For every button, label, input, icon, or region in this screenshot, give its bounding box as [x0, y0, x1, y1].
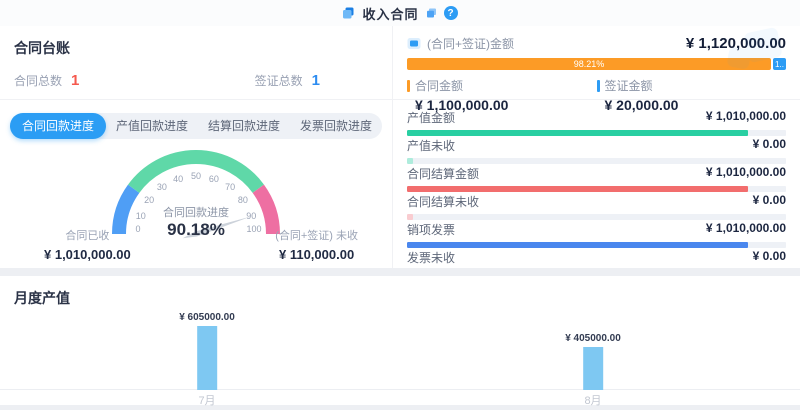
- bar-value-label: ¥ 405000.00: [565, 333, 621, 344]
- gauge-footer-stats: 合同已收 ¥ 1,010,000.00 (合同+签证) 未收 ¥ 110,000…: [0, 227, 392, 262]
- metric-label: 合同结算未收: [407, 193, 479, 210]
- bar[interactable]: [583, 347, 603, 390]
- metric-value: ¥ 0.00: [753, 137, 786, 154]
- metric-value: ¥ 1,010,000.00: [706, 221, 786, 238]
- contract-folder-icon: [342, 7, 355, 19]
- legend-marker: [407, 80, 410, 92]
- metric-label: 合同结算金额: [407, 165, 479, 182]
- stat-label: 合同总数: [14, 72, 62, 89]
- metric-value: ¥ 1,010,000.00: [706, 109, 786, 126]
- signing-total-stat: 签证总数 1: [255, 72, 320, 89]
- metric-label: 发票未收: [407, 249, 455, 266]
- stat-value: ¥ 110,000.00: [275, 247, 358, 262]
- ledger-title: 合同台账: [14, 38, 378, 58]
- metric-label: 销项发票: [407, 221, 455, 238]
- metric-value: ¥ 1,010,000.00: [706, 165, 786, 182]
- stat-value[interactable]: 1: [71, 72, 79, 89]
- total-amount-row: (合同+签证)金额 ¥ 1,120,000.00: [407, 35, 786, 52]
- x-axis-line: [0, 389, 800, 390]
- contract-segment[interactable]: 98.21%: [407, 58, 771, 70]
- svg-text:60: 60: [209, 174, 219, 184]
- svg-text:40: 40: [173, 174, 183, 184]
- monthly-chart: ¥ 605000.00 7月 ¥ 405000.00 8月: [14, 310, 786, 410]
- amounts-header: (合同+签证)金额 ¥ 1,120,000.00 98.21% 1.. 合同金额…: [393, 26, 800, 100]
- amount-icon: [407, 37, 421, 50]
- svg-text:50: 50: [191, 171, 201, 181]
- metrics-list: 产值金额 ¥ 1,010,000.00 产值未收 ¥ 0.00 合同结算金额 ¥ 1,01…: [393, 100, 800, 268]
- unreceived-stat: (合同+签证) 未收 ¥ 110,000.00: [275, 227, 358, 262]
- ledger-stats: 合同总数 1 签证总数 1: [14, 72, 378, 89]
- received-stat: 合同已收 ¥ 1,010,000.00: [44, 227, 131, 262]
- metric-label: 产值金额: [407, 109, 455, 126]
- stat-label: (合同+签证) 未收: [275, 227, 358, 243]
- metric-row: 产值未收 ¥ 0.00: [407, 131, 786, 159]
- page-title: 收入合同: [362, 4, 418, 23]
- contract-ledger-panel: 合同台账 合同总数 1 签证总数 1 合同回款进度产值回款进度结算回款进度发票回…: [0, 26, 393, 268]
- monthly-output-title: 月度产值: [14, 288, 786, 308]
- section-divider: [0, 268, 800, 276]
- amounts-panel: (合同+签证)金额 ¥ 1,120,000.00 98.21% 1.. 合同金额…: [393, 26, 800, 268]
- bar-group: ¥ 605000.00: [179, 312, 235, 390]
- svg-text:30: 30: [157, 182, 167, 192]
- metric-label: 产值未收: [407, 137, 455, 154]
- contract-signing-split-bar: 98.21% 1..: [407, 58, 786, 70]
- stat-label: 签证总数: [255, 72, 303, 89]
- legend-marker: [597, 80, 600, 92]
- metric-row: 销项发票 ¥ 1,010,000.00: [407, 215, 786, 243]
- bar[interactable]: [197, 326, 217, 390]
- stat-value[interactable]: 1: [312, 72, 320, 89]
- stat-label: 合同已收: [44, 227, 131, 243]
- contract-total-stat: 合同总数 1: [14, 72, 79, 89]
- page-header: 收入合同 ?: [0, 0, 800, 26]
- gauge-title: 合同回款进度: [51, 204, 341, 220]
- bar-group: ¥ 405000.00: [565, 333, 621, 390]
- legend-label: 合同金额: [415, 77, 463, 94]
- total-amount-label: (合同+签证)金额: [427, 35, 514, 52]
- x-axis-label: 7月: [198, 392, 215, 408]
- metric-row: 发票未收 ¥ 0.00: [407, 243, 786, 268]
- metric-value: ¥ 0.00: [753, 193, 786, 210]
- ledger-header: 合同台账 合同总数 1 签证总数 1: [0, 26, 392, 100]
- metric-row: 合同结算金额 ¥ 1,010,000.00: [407, 159, 786, 187]
- progress-gauge-section: 合同回款进度产值回款进度结算回款进度发票回款进度 010203040506070…: [0, 100, 392, 268]
- bar-value-label: ¥ 605000.00: [179, 312, 235, 323]
- svg-text:70: 70: [225, 182, 235, 192]
- stat-value: ¥ 1,010,000.00: [44, 247, 131, 262]
- metric-row: 合同结算未收 ¥ 0.00: [407, 187, 786, 215]
- signing-segment[interactable]: 1..: [773, 58, 786, 70]
- legend-label: 签证金额: [605, 77, 653, 94]
- metric-value: ¥ 0.00: [753, 249, 786, 266]
- total-amount-value: ¥ 1,120,000.00: [686, 35, 786, 52]
- document-copy-icon: [426, 8, 437, 18]
- metric-row: 产值金额 ¥ 1,010,000.00: [407, 103, 786, 131]
- x-axis-label: 8月: [584, 392, 601, 408]
- monthly-output-card: 月度产值 ¥ 605000.00 7月 ¥ 405000.00 8月: [0, 276, 800, 405]
- contract-overview-card: 合同台账 合同总数 1 签证总数 1 合同回款进度产值回款进度结算回款进度发票回…: [0, 26, 800, 268]
- help-icon[interactable]: ?: [444, 6, 458, 20]
